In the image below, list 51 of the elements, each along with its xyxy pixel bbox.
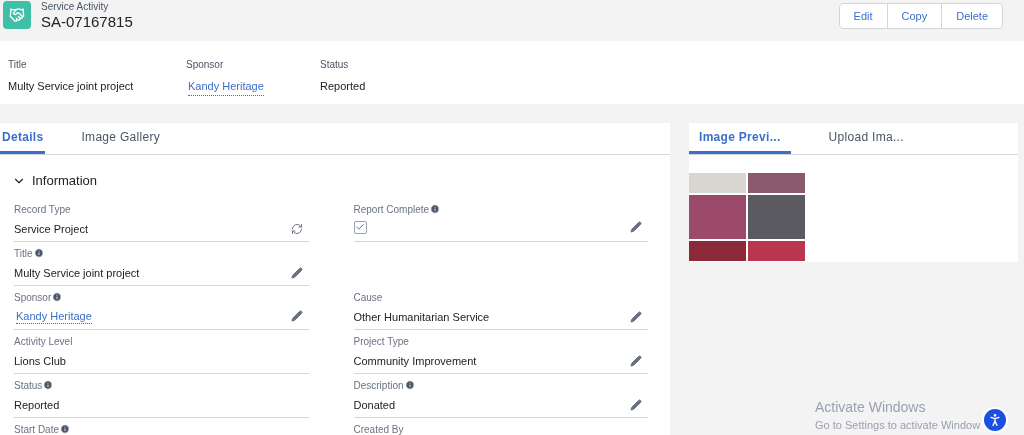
tab[interactable]: Image Gallery bbox=[81, 123, 161, 154]
sponsor-link[interactable]: Kandy Heritage bbox=[188, 78, 264, 96]
field-label: Status bbox=[14, 378, 43, 393]
field-label: Title bbox=[14, 246, 33, 261]
highlight-label: Sponsor bbox=[186, 58, 225, 72]
highlight-value: Reported bbox=[320, 79, 367, 94]
field-label: Description bbox=[353, 378, 404, 393]
info-icon[interactable] bbox=[43, 380, 54, 390]
highlight-value: Multy Service joint project bbox=[8, 79, 135, 94]
tab[interactable]: Image Previ... bbox=[689, 123, 791, 154]
section-header[interactable]: Information bbox=[12, 171, 98, 191]
info-icon[interactable] bbox=[33, 248, 44, 258]
field-value: Service Project bbox=[14, 221, 88, 237]
field-label: Created By bbox=[353, 422, 404, 435]
highlight-label: Title bbox=[8, 58, 28, 72]
field-value: Multy Service joint project bbox=[14, 265, 140, 281]
field-label: Project Type bbox=[353, 334, 409, 349]
record-name: SA-07167815 bbox=[41, 13, 133, 29]
tab[interactable]: Details bbox=[0, 123, 46, 154]
info-icon[interactable] bbox=[404, 380, 415, 390]
pencil-icon[interactable] bbox=[630, 221, 642, 233]
pencil-icon[interactable] bbox=[290, 266, 303, 279]
pencil-icon[interactable] bbox=[630, 310, 642, 323]
info-icon[interactable] bbox=[60, 424, 71, 434]
action-button[interactable]: Edit bbox=[839, 4, 887, 28]
field-label: Start Date bbox=[14, 422, 60, 435]
sponsor-link[interactable]: Kandy Heritage bbox=[16, 308, 92, 324]
pencil-icon[interactable] bbox=[630, 354, 642, 367]
highlight-label: Status bbox=[320, 58, 350, 72]
field-label: Activity Level bbox=[14, 334, 73, 349]
field-label: Cause bbox=[353, 290, 383, 305]
field-value: Reported bbox=[14, 397, 60, 413]
activation-subtitle: Go to Settings to activate Window bbox=[815, 417, 981, 433]
pencil-icon[interactable] bbox=[290, 310, 303, 322]
accessibility-icon[interactable] bbox=[982, 407, 1009, 433]
object-type: Service Activity bbox=[41, 1, 110, 12]
tab[interactable]: Upload Ima... bbox=[818, 123, 914, 154]
field-value: Lions Club bbox=[14, 353, 66, 369]
field-value: Donated bbox=[353, 397, 396, 413]
field-label: Record Type bbox=[14, 202, 71, 217]
info-icon[interactable] bbox=[430, 204, 441, 214]
field-label: Report Complete bbox=[353, 202, 430, 217]
info-icon[interactable] bbox=[52, 292, 63, 302]
action-button[interactable]: Delete bbox=[941, 4, 1002, 28]
field-value: Other Humanitarian Service bbox=[353, 309, 490, 325]
action-button[interactable]: Copy bbox=[886, 4, 942, 28]
field-label: Sponsor bbox=[14, 290, 52, 305]
field-value: Community Improvement bbox=[353, 353, 477, 369]
pencil-icon[interactable] bbox=[630, 398, 642, 411]
change-icon[interactable] bbox=[290, 222, 303, 235]
activation-title: Activate Windows bbox=[815, 399, 927, 417]
